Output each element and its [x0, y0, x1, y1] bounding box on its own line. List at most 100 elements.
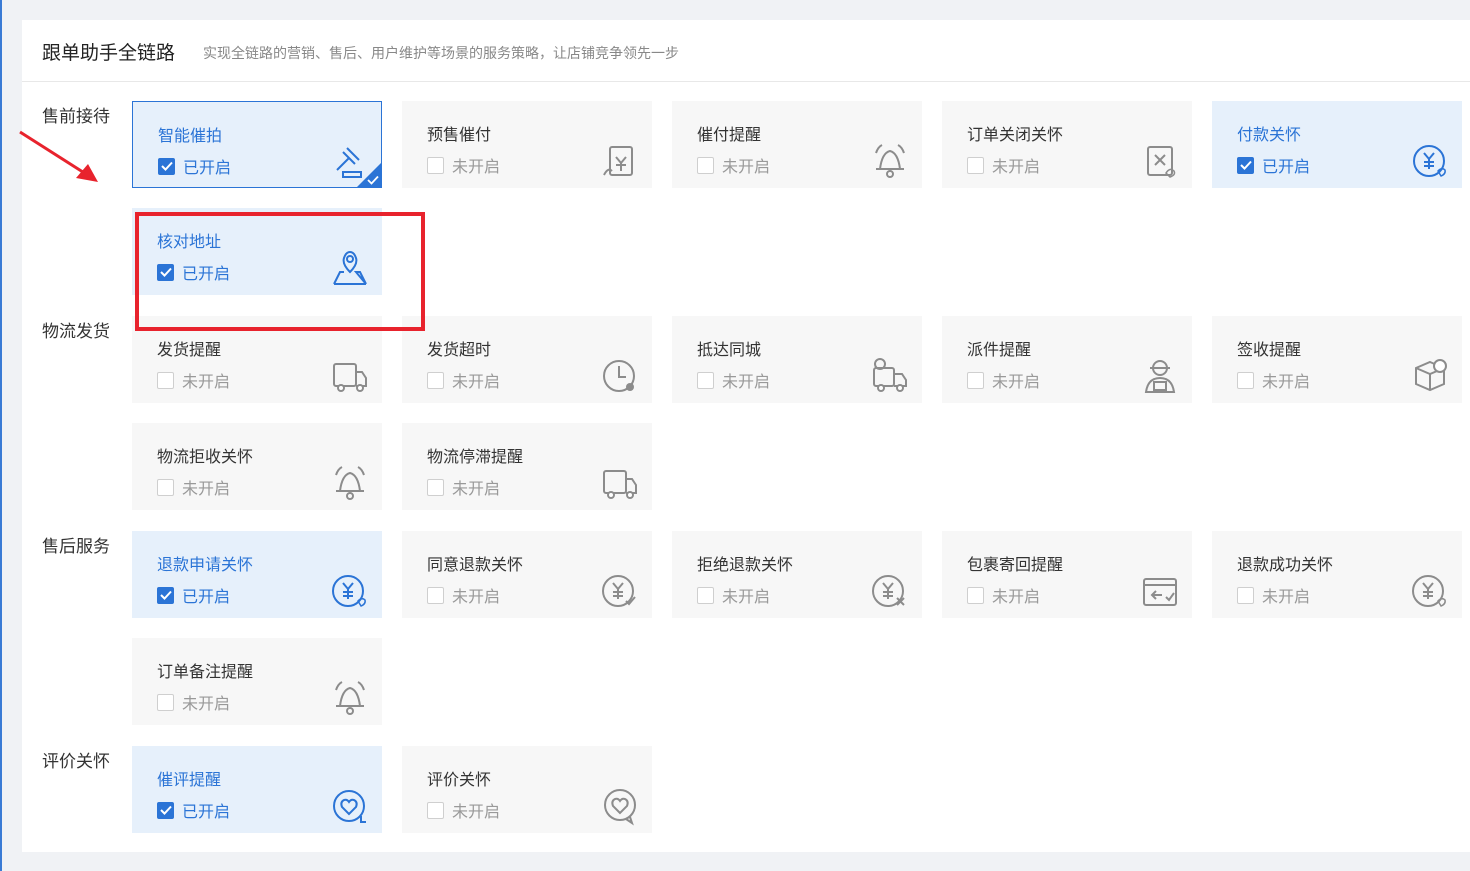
card-status: 未开启 — [1237, 583, 1310, 607]
section-label-presale: 售前接待 — [42, 107, 110, 127]
status-text: 未开启 — [992, 157, 1041, 176]
card-title: 同意退款关怀 — [427, 555, 524, 574]
enable-checkbox[interactable] — [967, 586, 984, 604]
enable-checkbox[interactable] — [157, 371, 174, 389]
strategy-card[interactable]: 签收提醒 未开启 — [1212, 316, 1462, 403]
strategy-card[interactable]: 订单备注提醒 未开启 — [132, 638, 382, 725]
status-text: 未开启 — [452, 372, 501, 391]
card-title: 拒绝退款关怀 — [697, 555, 794, 574]
package-check-icon — [1415, 359, 1447, 392]
strategy-card[interactable]: 退款成功关怀 未开启 — [1212, 531, 1462, 618]
enable-checkbox[interactable] — [967, 371, 984, 389]
card-title: 订单备注提醒 — [157, 662, 254, 681]
card-status: 已开启 — [157, 798, 230, 822]
refund-success-icon — [1412, 575, 1446, 607]
enable-checkbox[interactable] — [1237, 586, 1254, 604]
truck-location-icon — [873, 358, 907, 392]
enable-checkbox[interactable] — [427, 478, 444, 496]
card-status: 已开启 — [158, 154, 231, 178]
strategy-card[interactable]: 催评提醒 已开启 — [132, 746, 382, 833]
order-closed-care-icon — [1147, 146, 1176, 178]
strategy-card[interactable]: 智能催拍 已开启 — [132, 101, 382, 188]
enable-checkbox[interactable] — [157, 693, 174, 711]
strategy-card[interactable]: 包裹寄回提醒 未开启 — [942, 531, 1192, 618]
card-status: 未开启 — [157, 368, 230, 392]
status-text: 未开启 — [992, 372, 1041, 391]
card-status: 未开启 — [697, 153, 770, 177]
clock-alert-icon — [603, 360, 635, 392]
strategy-card[interactable]: 付款关怀 已开启 — [1212, 101, 1462, 188]
strategy-card[interactable]: 同意退款关怀 未开启 — [402, 531, 652, 618]
enable-checkbox[interactable] — [158, 157, 175, 175]
card-title: 抵达同城 — [697, 340, 762, 359]
status-text: 未开启 — [182, 694, 231, 713]
enable-checkbox[interactable] — [427, 371, 444, 389]
status-text: 未开启 — [182, 479, 231, 498]
payment-care-icon — [1413, 145, 1446, 177]
page-subtitle: 实现全链路的营销、售后、用户维护等场景的服务策略，让店铺竞争领先一步 — [203, 46, 679, 62]
package-return-icon — [1143, 578, 1177, 606]
presale-payment-icon — [603, 146, 633, 176]
enable-checkbox[interactable] — [427, 801, 444, 819]
card-status: 未开启 — [1237, 368, 1310, 392]
status-text: 已开启 — [1262, 157, 1311, 176]
card-status: 未开启 — [697, 368, 770, 392]
card-title: 退款成功关怀 — [1237, 555, 1334, 574]
check-icon — [159, 590, 172, 600]
card-title: 智能催拍 — [158, 126, 223, 145]
strategy-card[interactable]: 派件提醒未开启 — [942, 316, 1192, 403]
strategy-card[interactable]: 发货超时未开启 — [402, 316, 652, 403]
status-text: 未开启 — [722, 157, 771, 176]
enable-checkbox[interactable] — [157, 478, 174, 496]
strategy-panel: 跟单助手全链路 实现全链路的营销、售后、用户维护等场景的服务策略，让店铺竞争领先… — [22, 20, 1470, 852]
enable-checkbox[interactable] — [697, 371, 714, 389]
section-label-review: 评价关怀 — [42, 752, 110, 772]
card-title: 签收提醒 — [1237, 340, 1302, 359]
refund-care-icon — [332, 575, 366, 607]
card-status: 未开启 — [157, 690, 230, 714]
card-status: 未开启 — [427, 368, 500, 392]
bell-icon — [335, 466, 365, 500]
enable-checkbox[interactable] — [1237, 371, 1254, 389]
enable-checkbox[interactable] — [157, 586, 174, 604]
enable-checkbox[interactable] — [967, 156, 984, 174]
enable-checkbox[interactable] — [427, 586, 444, 604]
card-status: 未开启 — [967, 368, 1040, 392]
card-title: 派件提醒 — [967, 340, 1032, 359]
card-status: 未开启 — [697, 583, 770, 607]
card-title: 预售催付 — [427, 125, 492, 144]
left-accent-bar — [0, 0, 2, 871]
section-label-logistics: 物流发货 — [42, 322, 110, 342]
card-title: 发货超时 — [427, 340, 492, 359]
card-title: 催评提醒 — [157, 770, 222, 789]
card-status: 未开启 — [967, 583, 1040, 607]
courier-icon — [1144, 360, 1176, 393]
strategy-card[interactable]: 订单关闭关怀 未开启 — [942, 101, 1192, 188]
enable-checkbox[interactable] — [697, 586, 714, 604]
section-label-aftersale: 售后服务 — [42, 537, 110, 557]
truck-icon — [333, 363, 367, 392]
refund-check-icon — [602, 575, 636, 607]
card-title: 物流拒收关怀 — [157, 447, 254, 466]
check-icon — [1239, 160, 1252, 170]
card-status: 已开启 — [1237, 153, 1310, 177]
strategy-card[interactable]: 评价关怀 未开启 — [402, 746, 652, 833]
highlight-box — [135, 212, 425, 331]
status-text: 未开启 — [452, 802, 501, 821]
card-title: 包裹寄回提醒 — [967, 555, 1064, 574]
review-care-icon — [604, 789, 636, 826]
enable-checkbox[interactable] — [697, 156, 714, 174]
card-title: 订单关闭关怀 — [967, 125, 1064, 144]
strategy-card[interactable]: 抵达同城 未开启 — [672, 316, 922, 403]
strategy-card[interactable]: 退款申请关怀 已开启 — [132, 531, 382, 618]
enable-checkbox[interactable] — [157, 801, 174, 819]
strategy-card[interactable]: 催付提醒 未开启 — [672, 101, 922, 188]
strategy-card[interactable]: 拒绝退款关怀 未开启 — [672, 531, 922, 618]
strategy-card[interactable]: 物流拒收关怀 未开启 — [132, 423, 382, 510]
status-text: 未开启 — [992, 587, 1041, 606]
strategy-card[interactable]: 物流停滞提醒 未开启 — [402, 423, 652, 510]
enable-checkbox[interactable] — [427, 156, 444, 174]
strategy-card[interactable]: 预售催付 未开启 — [402, 101, 652, 188]
status-text: 未开启 — [452, 479, 501, 498]
enable-checkbox[interactable] — [1237, 156, 1254, 174]
